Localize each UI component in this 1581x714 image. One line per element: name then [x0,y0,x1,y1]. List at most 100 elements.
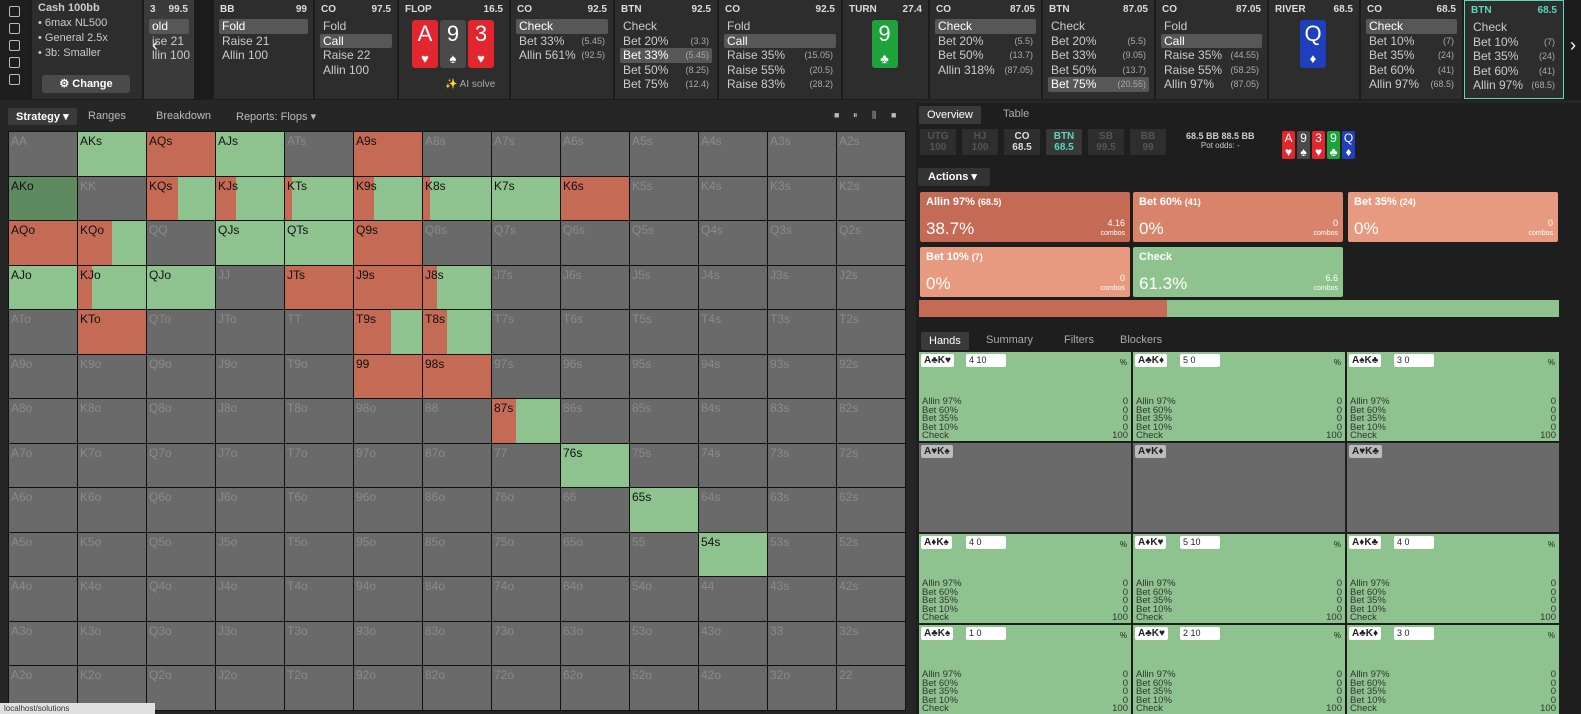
hand-cell[interactable]: 83s [768,399,836,443]
action-row[interactable]: Bet 75% (12.4) [620,77,712,92]
hand-cell[interactable]: QJo [147,265,215,310]
hand-cell[interactable]: 43o [699,621,767,666]
action-row[interactable]: Allin 100 [320,63,392,78]
hand-cell[interactable]: AJs [216,132,284,176]
action-row[interactable]: Raise 22 [320,48,392,63]
action-box[interactable]: Allin 97% (68.5) 38.7% 4.16 combos [920,192,1130,242]
hand-cell[interactable]: Q2s [837,221,905,265]
hand-cell[interactable]: T4o [285,577,353,621]
action-row[interactable]: Allin 318% (87.05) [935,63,1036,78]
hand-cell[interactable]: TT [285,310,353,354]
action-box[interactable]: Bet 10% (7) 0% 0 combos [920,247,1130,297]
combo-cell[interactable]: A♥K♠ [919,443,1131,532]
hand-cell[interactable]: J6o [216,488,284,532]
combo-cell[interactable]: A♦K♥ 5 10% Allin 97% 0 Bet 60% 0 Bet 35% 0 Bet 1… [1133,534,1345,623]
combo-cell[interactable]: A♣K♦ 5 0% Allin 97% 0 Bet 60% 0 Bet 35% 0 Bet 10… [1133,352,1345,441]
hand-cell[interactable]: 76s [561,443,629,488]
hand-cell[interactable]: ATo [9,310,77,354]
hand-cell[interactable]: T2s [837,310,905,354]
hand-cell[interactable]: A9s [354,132,422,176]
tab-table[interactable]: Table [1003,108,1029,120]
hand-cell[interactable]: Q4o [147,577,215,621]
hand-cell[interactable]: 85s [630,399,698,443]
action-row[interactable]: Fold [724,19,836,34]
hand-cell[interactable]: A3s [768,132,836,176]
action-box[interactable]: Bet 35% (24) 0% 0 combos [1348,192,1558,242]
hand-cell[interactable]: 64o [561,577,629,621]
hand-cell[interactable]: 94o [354,577,422,621]
hand-cell[interactable]: K5s [630,176,698,221]
hand-cell[interactable]: 98o [354,399,422,443]
hand-cell[interactable]: 85o [423,532,491,577]
action-row[interactable]: Bet 33% (9.05) [1048,48,1149,63]
hand-cell[interactable]: J7s [492,265,560,310]
view-toggle-icon[interactable]: ■ [834,110,839,120]
position-co[interactable]: CO 68.5 [1004,129,1040,155]
hand-cell[interactable]: K7s [492,176,560,221]
hand-cell[interactable]: A7o [9,443,77,488]
action-row[interactable]: Bet 60% (41) [1470,64,1558,79]
hand-cell[interactable]: A5s [630,132,698,176]
action-row[interactable]: Allin 97% (68.5) [1366,77,1457,92]
hand-cell[interactable]: K3s [768,176,836,221]
hand-cell[interactable]: 65o [561,532,629,577]
action-row[interactable]: Bet 50% (13.7) [1048,63,1149,78]
hand-cell[interactable]: 96o [354,488,422,532]
action-row[interactable]: Allin 97% (68.5) [1470,78,1558,93]
hand-cell[interactable]: 33 [768,621,836,666]
hand-cell[interactable]: A4o [9,577,77,621]
hand-cell[interactable]: 62s [837,488,905,532]
hand-cell[interactable]: 55 [630,532,698,577]
hand-cell[interactable]: T2o [285,666,353,710]
action-row[interactable]: Bet 10% (7) [1366,34,1457,49]
tab-hands[interactable]: Hands [921,332,969,350]
tab-2[interactable]: Breakdown [156,110,211,122]
hand-cell[interactable]: Q7o [147,443,215,488]
tab-3[interactable]: Reports: Flops ▾ [236,110,316,123]
action-row[interactable]: Bet 75% (20.55) [1048,77,1149,92]
history-column[interactable]: BTN 92.5 Check Bet 20% (3.3) Bet 33% (5.45) Bet… [615,0,717,99]
hand-cell[interactable]: 75o [492,532,560,577]
hand-cell[interactable]: K7o [78,443,146,488]
combo-cell[interactable]: A♠K♣ 3 0% Allin 97% 0 Bet 60% 0 Bet 35% 0 Bet 10… [1347,352,1559,441]
action-row[interactable]: Bet 35% (24) [1366,48,1457,63]
hand-cell[interactable]: K5o [78,532,146,577]
hand-cell[interactable]: 63s [768,488,836,532]
hand-cell[interactable]: T8s [423,310,491,354]
view-toggle-icon[interactable]: ⏸ [853,110,858,121]
hand-cell[interactable]: 62o [561,666,629,710]
action-row[interactable]: Bet 50% (13.7) [935,48,1036,63]
bookmark-icon[interactable] [9,6,20,17]
action-row[interactable]: Bet 35% (24) [1470,49,1558,64]
hand-cell[interactable]: 87o [423,443,491,488]
hand-cell[interactable]: 32o [768,666,836,710]
hand-cell[interactable]: 73o [492,621,560,666]
hand-cell[interactable]: Q5s [630,221,698,265]
hand-cell[interactable]: QJs [216,221,284,265]
hand-cell[interactable]: 65s [630,488,698,532]
undo-icon[interactable] [9,23,20,34]
history-column[interactable]: BTN 68.5 Check Bet 10% (7) Bet 35% (24) Bet 60%… [1464,0,1564,99]
hand-cell[interactable]: T5o [285,532,353,577]
tab-blockers[interactable]: Blockers [1120,334,1162,346]
hand-cell[interactable]: J3o [216,621,284,666]
history-column[interactable]: BTN 87.05 Check Bet 20% (5.5) Bet 33% (9.05) Be… [1043,0,1154,99]
action-box[interactable]: Bet 60% (41) 0% 0 combos [1133,192,1343,242]
action-row[interactable]: Raise 55% (20.5) [724,63,836,78]
hand-cell[interactable]: 99 [354,354,422,399]
hand-cell[interactable]: 84o [423,577,491,621]
hand-cell[interactable]: K3o [78,621,146,666]
history-column[interactable]: RIVER 68.5 Q ♦ [1269,0,1359,99]
tab-0[interactable]: Strategy ▾ [8,108,77,125]
hand-cell[interactable]: KJo [78,265,146,310]
action-row[interactable]: Bet 60% (41) [1366,63,1457,78]
tab-overview[interactable]: Overview [919,106,981,124]
hand-cell[interactable]: 66 [561,488,629,532]
hand-cell[interactable]: KQo [78,221,146,265]
history-column[interactable]: CO 97.5 Fold Call Raise 22 Allin 100 [315,0,397,99]
hand-cell[interactable]: 52o [630,666,698,710]
hand-cell[interactable]: 74o [492,577,560,621]
action-row[interactable]: Check [1048,19,1149,34]
tab-filters[interactable]: Filters [1064,334,1094,346]
hand-cell[interactable]: QTo [147,310,215,354]
